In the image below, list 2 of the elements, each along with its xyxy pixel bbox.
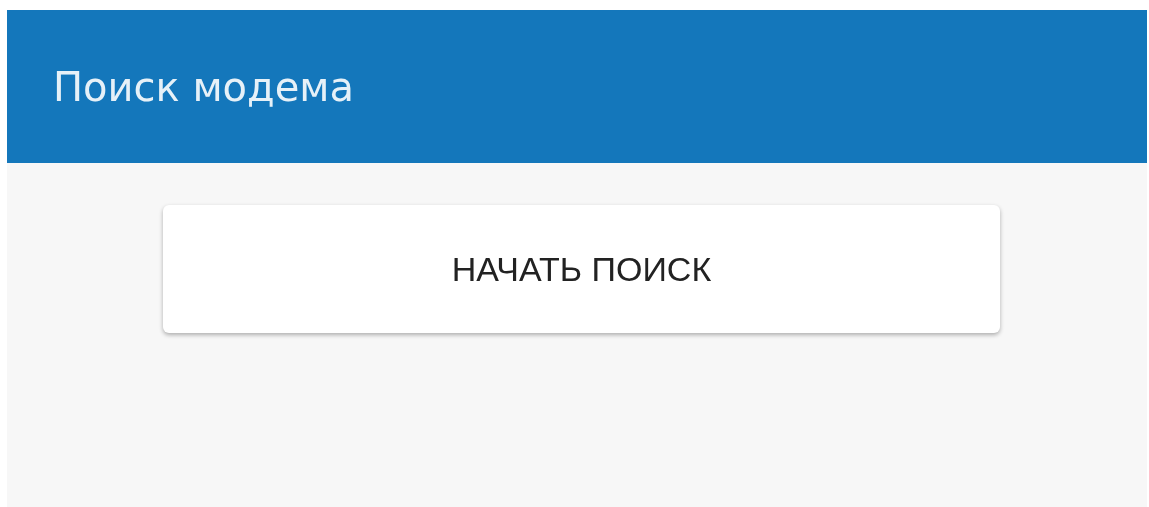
app-bar-title: Поиск модема [53, 63, 354, 110]
start-search-button[interactable]: НАЧАТЬ ПОИСК [163, 205, 1000, 333]
